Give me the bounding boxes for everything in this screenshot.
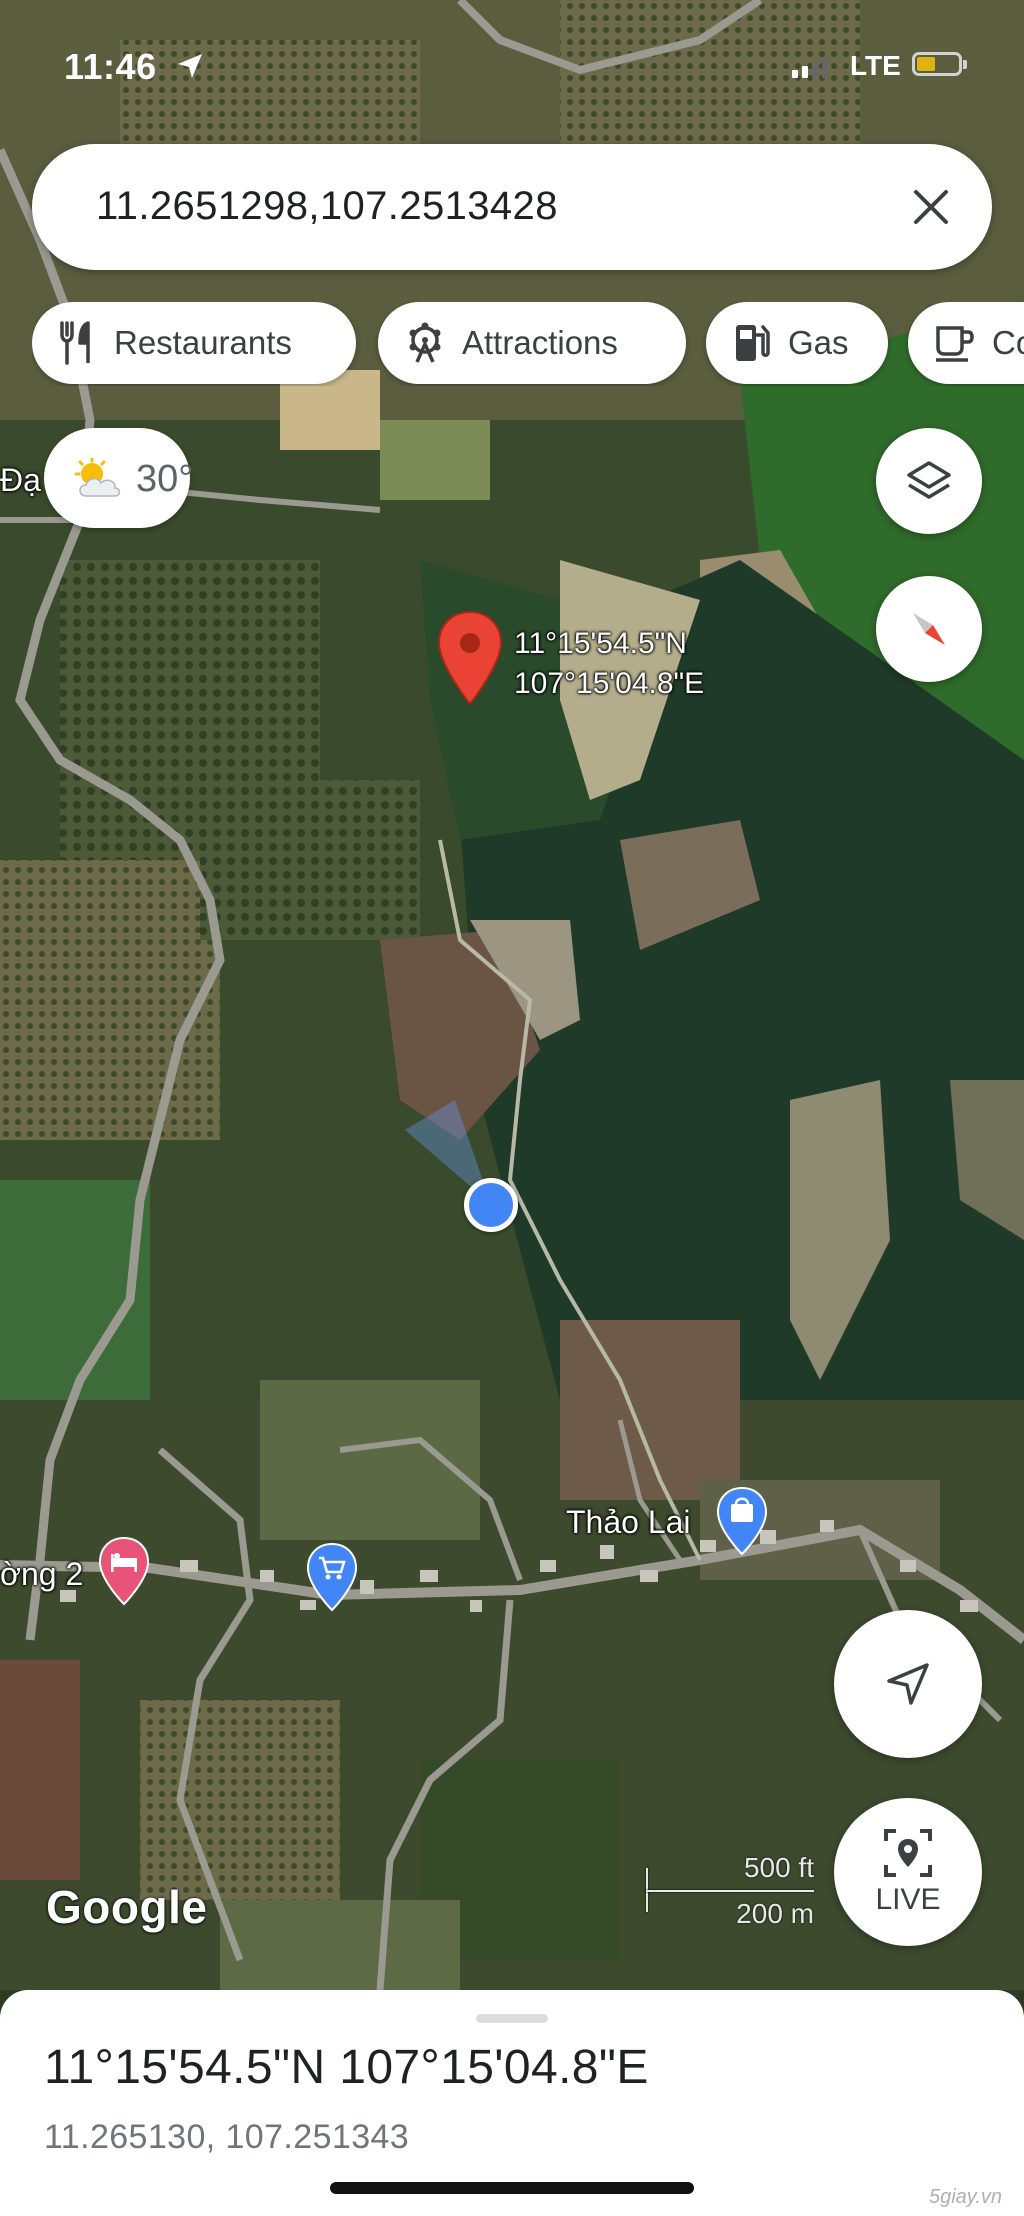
live-view-button[interactable]: LIVE (834, 1798, 982, 1946)
ferris-wheel-icon (409, 322, 441, 363)
fork-knife-icon (60, 321, 90, 365)
my-location-button[interactable] (834, 1610, 982, 1758)
current-location-dot (464, 1178, 518, 1232)
red-pin-icon (437, 610, 503, 706)
compass-needle-icon (913, 613, 945, 645)
google-logo: Google (46, 1881, 208, 1933)
close-icon[interactable] (910, 186, 952, 228)
category-chips: Restaurants Attractions Gas Co (32, 302, 1024, 386)
shopping-bag-icon (716, 1486, 768, 1556)
weather-chip[interactable]: 30° (44, 428, 194, 528)
search-bar[interactable]: 11.2651298,107.2513428 (32, 144, 992, 270)
hotel-poi[interactable] (98, 1536, 150, 1611)
status-bar: 11:46 LTE (0, 38, 1024, 98)
scale-metric: 200 m (736, 1898, 814, 1929)
chip-label: Gas (788, 324, 849, 361)
chip-restaurants[interactable]: Restaurants (32, 302, 356, 384)
search-query[interactable]: 11.2651298,107.2513428 (96, 184, 558, 229)
chip-coffee[interactable]: Co (908, 302, 1024, 384)
navigation-arrow-icon (887, 1663, 929, 1705)
hotel-bed-icon (98, 1536, 150, 1606)
live-label: LIVE (875, 1883, 941, 1916)
scale-imperial: 500 ft (743, 1852, 814, 1883)
layers-button[interactable] (876, 428, 982, 534)
battery-icon (912, 52, 967, 76)
coffee-cup-icon (936, 326, 974, 362)
pin-longitude: 107°15'04.8"E (514, 667, 705, 700)
pin-coordinates-label: 11°15'54.5"N 107°15'04.8"E (514, 624, 704, 704)
place-label-road: ờng 2 (0, 1556, 84, 1592)
layers-icon (907, 461, 951, 499)
shopping-poi[interactable] (306, 1542, 358, 1617)
chip-label: Attractions (462, 324, 618, 361)
store-poi[interactable] (716, 1486, 768, 1561)
weather-temperature: 30° (136, 458, 194, 500)
sheet-drag-handle[interactable] (476, 2014, 548, 2023)
chip-gas[interactable]: Gas (706, 302, 888, 384)
map-scale: 500 ft 200 m (640, 1852, 820, 1929)
bottom-sheet[interactable]: 11°15'54.5"N 107°15'04.8"E 11.265130, 10… (0, 1990, 1024, 2216)
live-view-icon (884, 1829, 932, 1877)
location-arrow-icon (178, 54, 202, 78)
gas-pump-icon (736, 325, 770, 361)
home-indicator[interactable] (330, 2182, 694, 2194)
chip-label: Restaurants (114, 324, 292, 361)
chip-attractions[interactable]: Attractions (378, 302, 686, 384)
watermark: 5giay.vn (928, 2186, 1002, 2208)
status-time: 11:46 (64, 46, 157, 87)
shopping-cart-icon (306, 1542, 358, 1612)
chip-label: Co (992, 324, 1024, 361)
place-label-edge: Đạ (0, 462, 41, 498)
signal-icon (792, 58, 828, 78)
place-label-thao-lai[interactable]: Thảo Lai (566, 1504, 691, 1541)
compass-button[interactable] (876, 576, 982, 682)
network-type: LTE (850, 50, 901, 81)
partly-cloudy-icon (74, 458, 121, 497)
dropped-pin[interactable] (436, 610, 504, 711)
sheet-subtitle: 11.265130, 107.251343 (44, 2118, 410, 2156)
pin-latitude: 11°15'54.5"N (514, 627, 687, 660)
sheet-title: 11°15'54.5"N 107°15'04.8"E (44, 2041, 649, 2094)
